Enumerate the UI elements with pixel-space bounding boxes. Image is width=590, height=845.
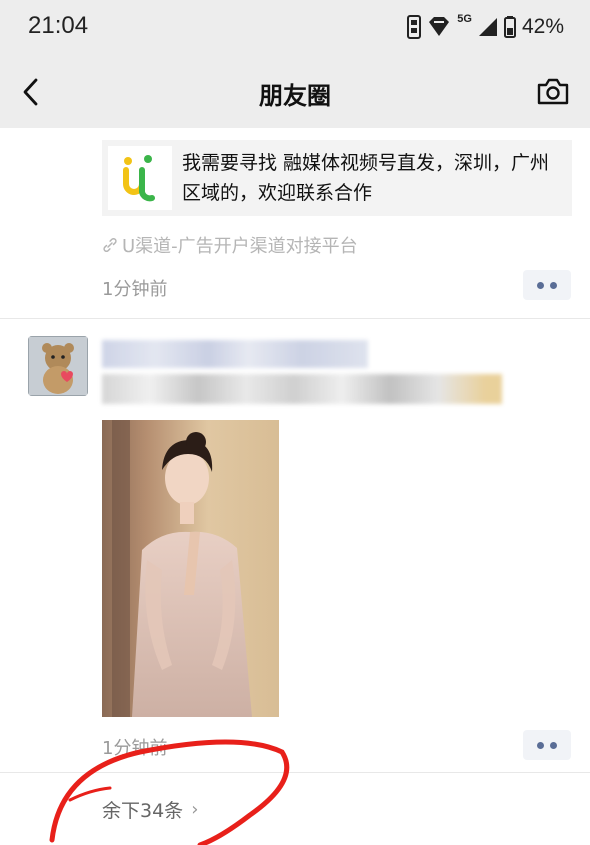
blurred-post-text [102, 374, 502, 404]
dot-icon [537, 281, 544, 289]
feed-divider [0, 772, 590, 773]
network-type: 5G [457, 13, 472, 25]
blurred-username[interactable] [102, 340, 368, 368]
camera-button[interactable] [536, 76, 570, 106]
ad-card-text: 我需要寻找 融媒体视频号直发，深圳，广州区域的，欢迎联系合作 [182, 152, 550, 204]
signal-icon [478, 18, 497, 36]
dot-icon [550, 281, 557, 289]
status-time: 21:04 [28, 12, 89, 39]
post-timestamp: 1分钟前 [102, 738, 168, 759]
nfc-icon [407, 15, 422, 39]
ad-link-card[interactable]: 我需要寻找 融媒体视频号直发，深圳，广州区域的，欢迎联系合作 [102, 140, 572, 216]
data-saver-icon [429, 17, 450, 36]
link-icon [103, 238, 117, 252]
camera-icon [537, 78, 569, 105]
post-more-button[interactable] [523, 730, 571, 760]
ad-source-label: U渠道-广告开户渠道对接平台 [122, 236, 358, 257]
ad-more-button[interactable] [523, 270, 571, 300]
dot-icon [537, 741, 544, 749]
nav-bar: 朋友圈 [0, 56, 590, 128]
page-title: 朋友圈 [259, 82, 331, 110]
chevron-right-icon: › [191, 799, 199, 820]
status-bar: 21:04 5G 42% [0, 0, 590, 56]
status-icons: 5G 42% [407, 12, 564, 42]
remaining-label: 余下34条 [102, 800, 184, 822]
feed-divider [0, 318, 590, 319]
ad-source-link[interactable]: U渠道-广告开户渠道对接平台 [102, 232, 358, 258]
remaining-comments-link[interactable]: 余下34条 › [102, 796, 198, 823]
dot-icon [550, 741, 557, 749]
battery-level: 42% [521, 15, 564, 38]
battery-icon [503, 16, 516, 38]
u-channel-logo [108, 146, 172, 210]
ad-timestamp: 1分钟前 [102, 279, 168, 300]
post-photo[interactable] [102, 420, 279, 717]
avatar[interactable] [28, 336, 88, 396]
